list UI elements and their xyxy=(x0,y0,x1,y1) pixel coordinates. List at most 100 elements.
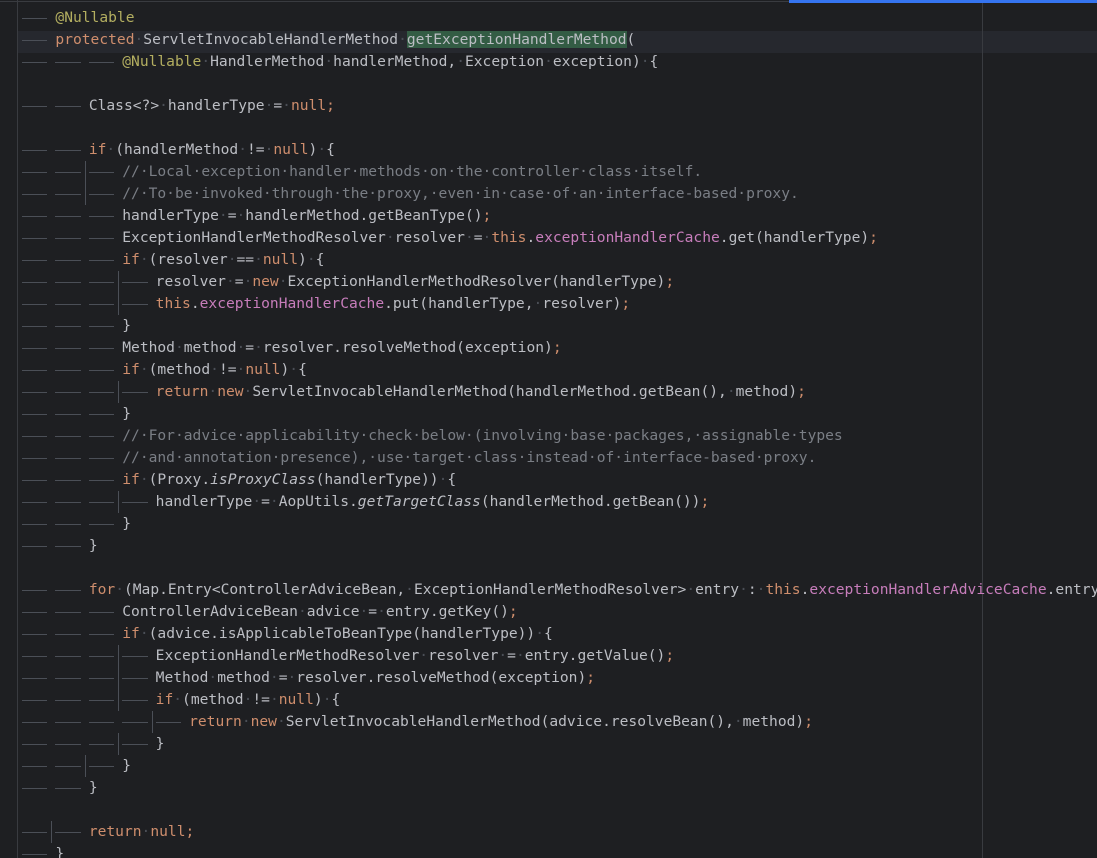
code-token: , xyxy=(447,53,457,70)
code-token: ; xyxy=(869,229,878,246)
code-text[interactable]: } xyxy=(156,733,165,755)
progress-track xyxy=(0,1,789,2)
code-token: · xyxy=(236,361,246,378)
code-text[interactable]: } xyxy=(122,513,131,535)
code-token: ; xyxy=(665,273,675,290)
code-text[interactable]: if·(resolver·==·null)·{ xyxy=(122,249,324,271)
code-token: handlerMethod.getBeanType() xyxy=(245,207,483,224)
code-text[interactable]: //·and·annotation·presence),·use·target·… xyxy=(122,447,816,469)
code-token: · xyxy=(134,31,144,48)
code-text[interactable]: ControllerAdviceBean·advice·=·entry.getK… xyxy=(122,601,517,623)
code-text[interactable]: return·null; xyxy=(89,821,194,843)
code-text[interactable]: //·To·be·invoked·through·the·proxy,·even… xyxy=(122,183,799,205)
code-text[interactable]: if·(handlerMethod·!=·null)·{ xyxy=(89,139,335,161)
code-text[interactable]: } xyxy=(122,755,131,777)
code-token: != xyxy=(252,691,270,708)
code-text[interactable]: handlerType·=·handlerMethod.getBeanType(… xyxy=(122,205,491,227)
code-token: · xyxy=(269,669,279,686)
code-text[interactable]: } xyxy=(122,315,131,337)
code-text[interactable]: //·For·advice·applicability·check·below·… xyxy=(122,425,842,447)
code-token: ; xyxy=(508,603,518,620)
code-token: = xyxy=(473,229,483,246)
code-text[interactable]: if·(Proxy.isProxyClass(handlerType))·{ xyxy=(122,469,456,491)
code-token: //·and·annotation·presence),·use·target·… xyxy=(122,449,817,466)
code-token: new xyxy=(217,383,244,400)
code-text[interactable]: handlerType·=·AopUtils.getTargetClass(ha… xyxy=(156,491,710,513)
code-text[interactable]: @Nullable xyxy=(55,7,134,29)
code-token: advice xyxy=(306,603,360,620)
code-token: null xyxy=(290,97,327,114)
code-text[interactable]: ExceptionHandlerMethodResolver·resolver·… xyxy=(122,227,878,249)
code-text[interactable]: //·Local·exception·handler·methods·on·th… xyxy=(122,161,702,183)
code-token: isProxyClass xyxy=(210,471,316,488)
code-token: ExceptionHandlerMethodResolver xyxy=(122,229,386,246)
code-token: = xyxy=(507,647,516,664)
code-token: · xyxy=(398,31,407,48)
code-token: if xyxy=(122,625,140,642)
code-text[interactable]: Class<?>·handlerType·=·null; xyxy=(89,95,335,117)
code-token: · xyxy=(289,361,299,378)
code-content[interactable]: @Nullable protected·ServletInvocableHandl… xyxy=(0,0,1097,858)
code-token: ( xyxy=(626,31,636,48)
code-token: (Proxy. xyxy=(148,471,211,488)
code-text[interactable]: return·new·ServletInvocableHandlerMethod… xyxy=(189,711,813,733)
code-token: · xyxy=(174,339,184,356)
code-token: Method xyxy=(155,669,209,686)
code-text[interactable]: Method·method·=·resolver.resolveMethod(e… xyxy=(156,667,595,689)
code-token: if xyxy=(88,141,107,158)
code-token: (resolver xyxy=(148,251,228,268)
code-text[interactable]: resolver·=·new·ExceptionHandlerMethodRes… xyxy=(156,271,674,293)
code-token: ; xyxy=(586,669,596,686)
code-text[interactable]: ExceptionHandlerMethodResolver·resolver·… xyxy=(156,645,674,667)
code-token: · xyxy=(139,471,149,488)
code-token: ) xyxy=(631,53,641,70)
code-token: new xyxy=(250,713,277,730)
code-token: = xyxy=(368,603,378,620)
code-token: //·To·be·invoked·through·the·proxy,·even… xyxy=(122,185,799,202)
code-text[interactable]: this.exceptionHandlerCache.put(handlerTy… xyxy=(156,293,631,315)
code-token: ServletInvocableHandlerMethod xyxy=(143,31,399,48)
code-token: · xyxy=(236,207,246,224)
code-text[interactable]: } xyxy=(55,843,64,858)
code-token: ExceptionHandlerMethodResolver xyxy=(155,647,420,664)
code-token: //·Local·exception·handler·methods·on·th… xyxy=(122,163,703,180)
code-text[interactable]: protected·ServletInvocableHandlerMethod·… xyxy=(55,29,635,51)
code-token: this xyxy=(155,295,191,312)
code-token: != xyxy=(218,361,237,378)
code-token: · xyxy=(218,207,228,224)
code-token: resolver xyxy=(155,273,226,290)
code-token: · xyxy=(377,603,386,620)
code-token: · xyxy=(640,53,650,70)
code-token: null xyxy=(278,691,314,708)
code-token: ) xyxy=(298,251,307,268)
code-token: ServletInvocableHandlerMethod(advice.res… xyxy=(285,713,734,730)
code-text[interactable]: } xyxy=(122,403,131,425)
code-text[interactable]: } xyxy=(89,535,98,557)
code-text[interactable]: if·(advice.isApplicableToBeanType(handle… xyxy=(122,623,553,645)
code-token: exceptionHandlerAdviceCache xyxy=(809,581,1047,598)
code-token: null xyxy=(245,361,281,378)
code-token: { xyxy=(326,141,335,158)
code-text[interactable]: } xyxy=(89,777,98,799)
code-token: null xyxy=(262,251,299,268)
code-token: · xyxy=(535,625,545,642)
code-token: · xyxy=(287,669,297,686)
code-token: · xyxy=(726,383,736,400)
code-text[interactable]: return·new·ServletInvocableHandlerMethod… xyxy=(156,381,806,403)
code-token: Exception xyxy=(464,53,545,70)
code-token: ) xyxy=(280,361,290,378)
code-text[interactable]: for·(Map.Entry<ControllerAdviceBean,·Exc… xyxy=(89,579,1097,601)
code-token: null xyxy=(150,823,186,840)
code-text[interactable]: if·(method·!=·null)·{ xyxy=(122,359,307,381)
code-token: new xyxy=(252,273,279,290)
code-text[interactable]: Method·method·=·resolver.resolveMethod(e… xyxy=(122,337,561,359)
code-text[interactable]: if·(method·!=·null)·{ xyxy=(156,689,341,711)
code-token: != xyxy=(247,141,265,158)
code-text[interactable]: @Nullable·HandlerMethod·handlerMethod,·E… xyxy=(122,51,658,73)
code-token: · xyxy=(173,691,183,708)
code-editor[interactable]: @Nullable protected·ServletInvocableHandl… xyxy=(0,0,1097,858)
code-token: } xyxy=(155,735,165,752)
code-token: · xyxy=(241,713,251,730)
code-token: @Nullable xyxy=(122,53,202,70)
code-token: · xyxy=(359,603,369,620)
